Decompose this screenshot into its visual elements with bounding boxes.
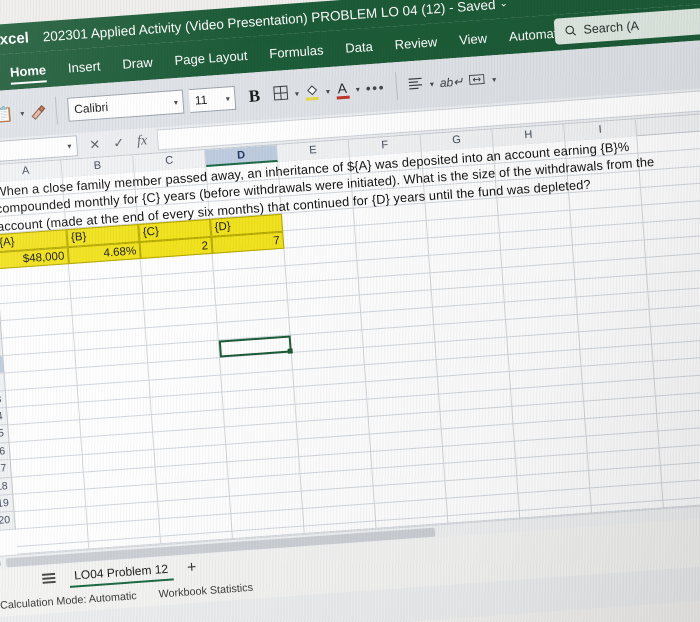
tab-home[interactable]: Home	[0, 57, 58, 84]
clipboard-icon[interactable]: 📋	[0, 105, 14, 123]
chevron-down-icon[interactable]: ▾	[430, 79, 435, 88]
chevron-down-icon[interactable]: ▾	[492, 75, 497, 84]
tab-page-layout[interactable]: Page Layout	[163, 43, 259, 73]
font-name-input[interactable]: Calibri ▾	[67, 89, 185, 122]
merge-cells-icon[interactable]	[469, 71, 486, 89]
row-header[interactable]: 15	[0, 425, 9, 445]
tab-review[interactable]: Review	[383, 29, 449, 57]
more-commands-button[interactable]: •••	[365, 79, 385, 96]
search-input[interactable]: Search (A	[553, 8, 700, 45]
excel-window: ...nmun - Login... Course Materials Re..…	[0, 0, 700, 622]
chevron-down-icon[interactable]: ▾	[326, 87, 331, 96]
borders-grid-icon[interactable]	[272, 85, 288, 104]
row-header[interactable]: 20	[0, 512, 15, 532]
chevron-down-icon[interactable]: ▾	[20, 108, 25, 117]
bold-button[interactable]: B	[241, 86, 268, 108]
confirm-check-icon[interactable]: ✓	[113, 134, 125, 151]
cell-area[interactable]: When a close family member passed away, …	[0, 130, 700, 555]
align-left-icon[interactable]	[407, 76, 423, 93]
search-placeholder: Search (A	[582, 18, 640, 37]
font-color-button[interactable]: A	[335, 79, 350, 100]
row-header[interactable]: 18	[0, 477, 13, 497]
search-icon	[565, 25, 577, 36]
font-color-label: A	[336, 79, 348, 97]
group-separator	[55, 96, 59, 125]
workbook-statistics-status[interactable]: Workbook Statistics	[158, 582, 253, 601]
chevron-down-icon[interactable]: ▾	[174, 97, 179, 106]
spreadsheet-grid: A B C D E F G H I 1 2 3 4 5 6 7 8 9 10 1…	[0, 113, 700, 557]
taskbar-search[interactable]: Type here to s...	[31, 617, 138, 622]
cell-b5[interactable]: 4.68%	[67, 241, 141, 265]
tab-insert[interactable]: Insert	[56, 53, 112, 80]
taskbar-search-placeholder: Type here to s...	[51, 617, 138, 622]
row-header[interactable]: 16	[0, 442, 10, 462]
row-header[interactable]: 19	[0, 494, 14, 514]
group-separator	[394, 72, 398, 101]
add-sheet-button[interactable]: +	[186, 559, 197, 577]
font-size-value: 11	[194, 92, 208, 108]
row-header[interactable]: 14	[0, 408, 8, 428]
tab-formulas[interactable]: Formulas	[258, 37, 336, 65]
chevron-down-icon[interactable]: ▾	[355, 84, 360, 93]
tab-view[interactable]: View	[447, 25, 498, 52]
fx-icon[interactable]: fx	[137, 133, 148, 150]
tab-data[interactable]: Data	[334, 34, 385, 60]
screen-photo: ...nmun - Login... Course Materials Re..…	[0, 0, 700, 622]
all-sheets-icon[interactable]	[42, 573, 56, 584]
app-name: Excel	[0, 28, 30, 49]
tab-draw[interactable]: Draw	[111, 49, 165, 76]
chevron-down-icon[interactable]: ⌄	[499, 0, 508, 9]
chevron-down-icon[interactable]: ▾	[295, 89, 300, 98]
row-header[interactable]: 17	[0, 460, 12, 480]
fill-bucket-icon[interactable]	[304, 84, 319, 101]
chevron-down-icon[interactable]: ▾	[67, 142, 72, 151]
font-size-input[interactable]: 11 ▾	[189, 85, 237, 114]
wrap-text-icon[interactable]: ab↵	[439, 74, 463, 90]
chevron-down-icon[interactable]: ▾	[225, 94, 230, 103]
paintbrush-icon[interactable]	[30, 104, 46, 120]
cancel-x-icon[interactable]: ✕	[89, 136, 101, 153]
font-name-value: Calibri	[73, 99, 109, 117]
